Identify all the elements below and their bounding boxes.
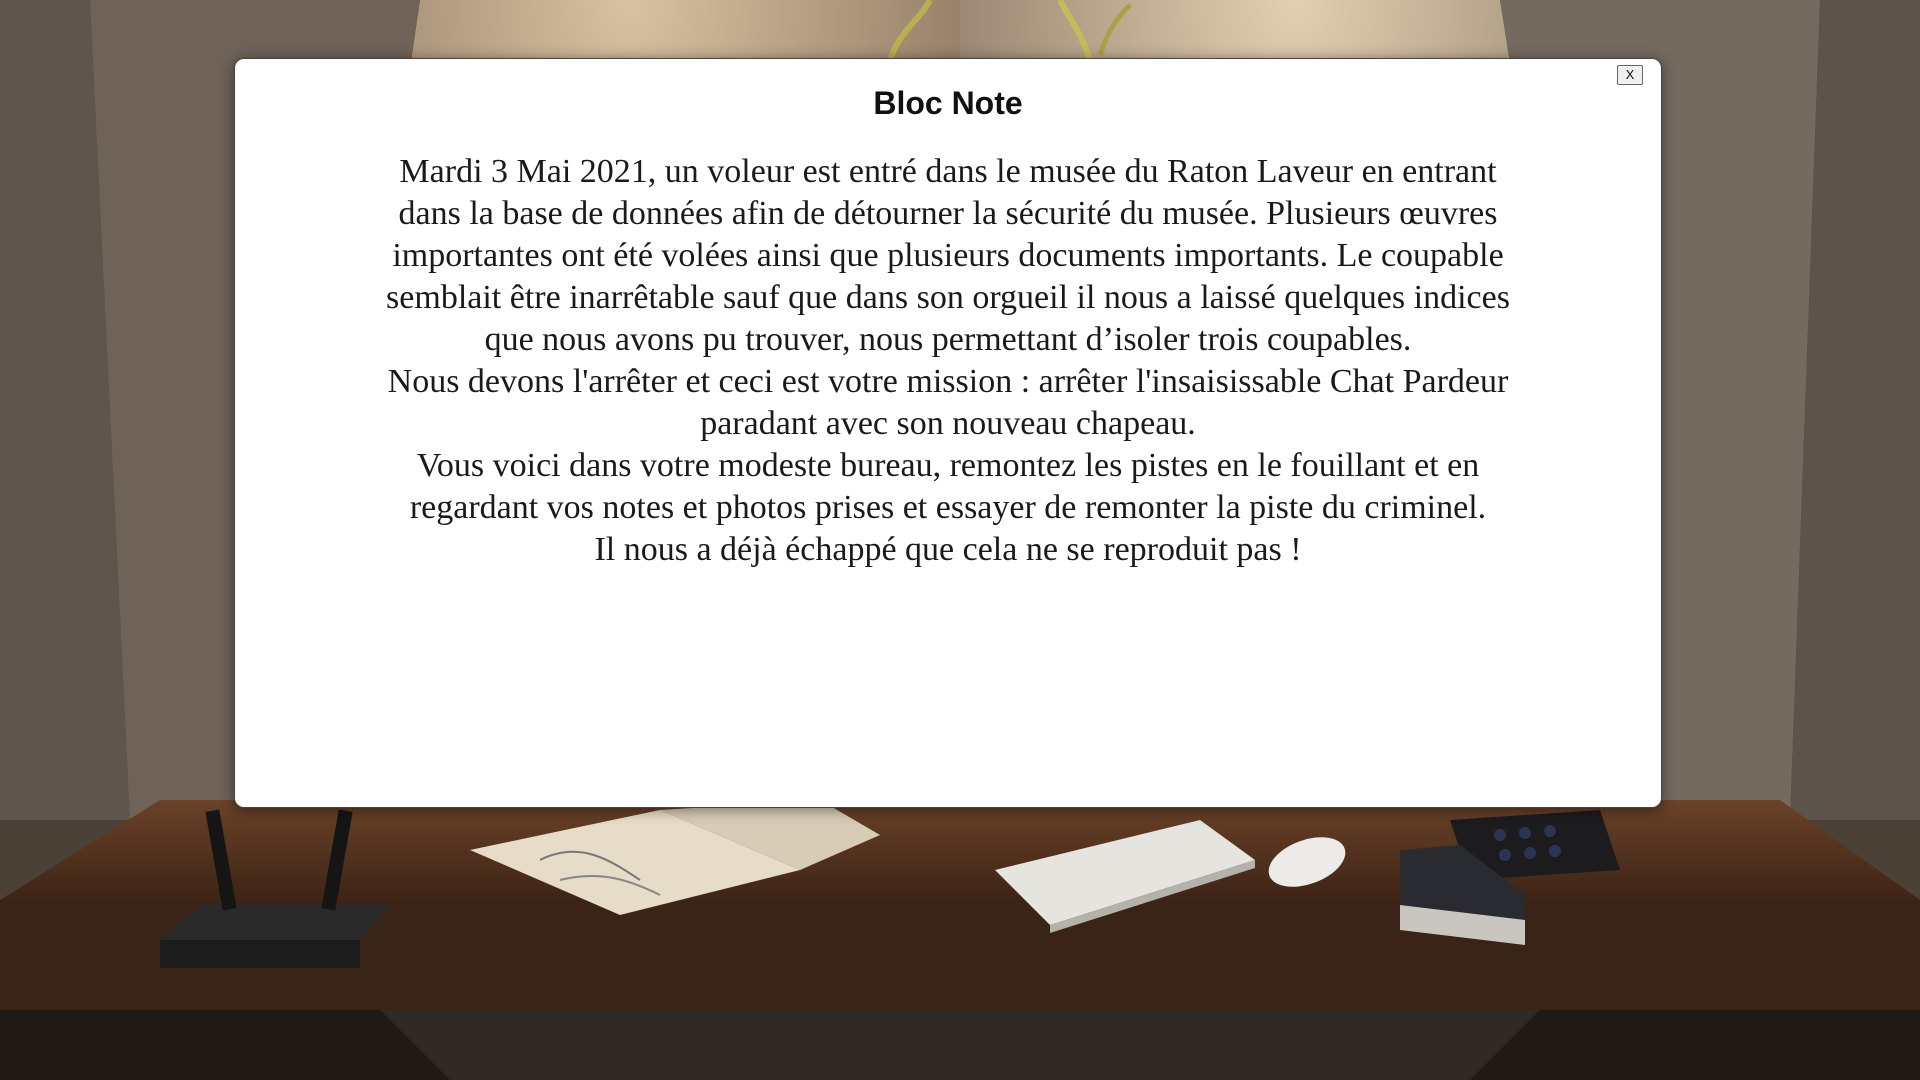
close-button[interactable]: X [1617,65,1643,85]
desk-top [0,800,1920,900]
dialog-body: Mardi 3 Mai 2021, un voleur est entré da… [365,151,1531,571]
story-paragraph-3: Vous voici dans votre modeste bureau, re… [409,447,1487,526]
dialog-title: Bloc Note [873,85,1023,121]
desk-shadow [380,1010,1540,1080]
story-paragraph-2: Nous devons l'arrêter et ceci est votre … [387,363,1509,442]
warning-message: Il nous a déjà échappé que cela ne se re… [594,531,1302,568]
notepad-dialog: X Bloc Note Mardi 3 Mai 2021, un voleur … [234,58,1662,808]
story-paragraph-1: Mardi 3 Mai 2021, un voleur est entré da… [386,153,1510,358]
